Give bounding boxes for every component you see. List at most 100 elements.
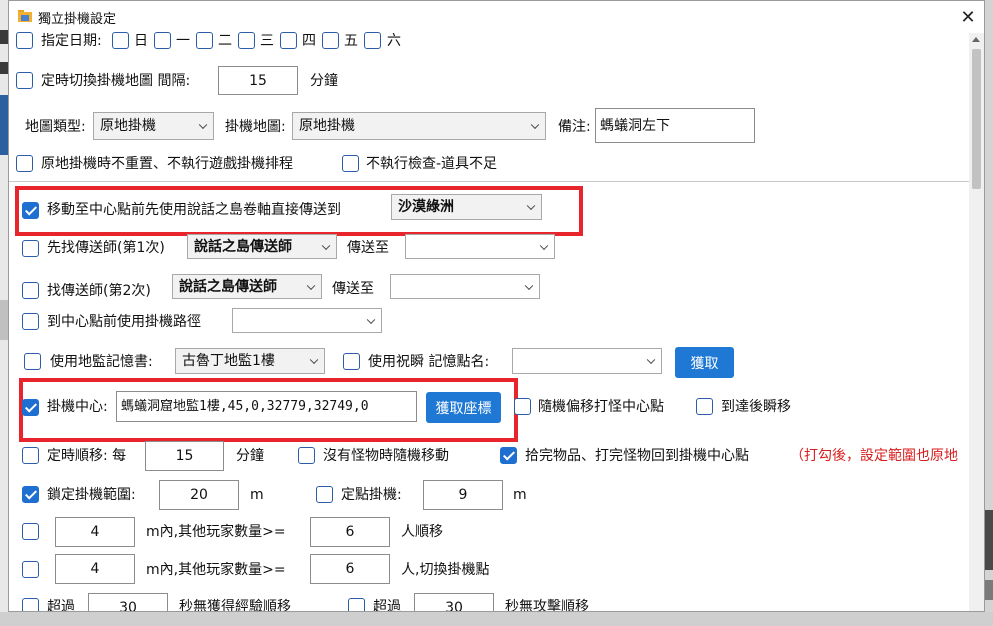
specify-date-label: 指定日期:	[41, 33, 102, 49]
find-teleporter-2-checkbox[interactable]	[22, 282, 39, 299]
move-center-label: 移動至中心點前先使用說話之島卷軸直接傳送到	[47, 202, 341, 218]
day-label-sat: 六	[387, 33, 401, 49]
teleporter-1-to-label: 傳送至	[347, 240, 389, 256]
switch-map-checkbox[interactable]	[16, 72, 33, 89]
teleporter-1-npc-value: 說話之島傳送師	[194, 238, 292, 255]
players-move-mid-label: m內,其他玩家數量>=	[146, 524, 286, 540]
memory-book-checkbox[interactable]	[24, 353, 41, 370]
players-switch-range-input[interactable]: 4	[55, 554, 135, 584]
day-checkbox-sun[interactable]	[112, 32, 129, 49]
exceed-exp-label: 超過	[47, 599, 75, 612]
hang-center-checkbox[interactable]	[22, 399, 39, 416]
find-teleporter-2-label: 找傳送師(第2次)	[47, 283, 151, 299]
no-monster-move-label: 沒有怪物時隨機移動	[323, 448, 449, 464]
exceed-attack-checkbox[interactable]	[348, 598, 365, 611]
day-checkbox-sat[interactable]	[364, 32, 381, 49]
timed-move-interval-input[interactable]: 15	[145, 441, 224, 471]
players-move-checkbox[interactable]	[22, 523, 39, 540]
teleporter-1-destination-dropdown[interactable]	[405, 234, 555, 259]
no-monster-move-checkbox[interactable]	[298, 447, 315, 464]
teleporter-2-npc-value: 說話之島傳送師	[179, 278, 277, 295]
teleporter-2-destination-dropdown[interactable]	[390, 274, 540, 299]
hang-center-coordinate-input[interactable]: 螞蟻洞窟地監1樓,45,0,32779,32749,0	[116, 391, 417, 422]
map-type-label: 地圖類型:	[25, 119, 86, 135]
teleporter-1-npc-dropdown[interactable]: 說話之島傳送師	[187, 234, 337, 259]
hang-center-label: 掛機中心:	[47, 399, 108, 415]
settings-panel: 指定日期: 日 一 二 三 四 五 六 定時切換掛機地圖 間隔: 15 分鐘 地…	[9, 1, 969, 612]
map-type-dropdown[interactable]: 原地掛機	[93, 112, 214, 140]
move-center-checkbox[interactable]	[22, 202, 39, 219]
day-checkbox-mon[interactable]	[154, 32, 171, 49]
return-center-checkbox[interactable]	[500, 447, 517, 464]
day-label-mon: 一	[176, 33, 190, 49]
map-type-value: 原地掛機	[100, 118, 156, 134]
timed-move-checkbox[interactable]	[22, 447, 39, 464]
center-path-dropdown[interactable]	[232, 308, 382, 333]
hang-map-dropdown[interactable]: 原地掛機	[292, 112, 546, 140]
exceed-exp-input[interactable]: 30	[88, 593, 168, 611]
fetch-button[interactable]: 獲取	[675, 347, 734, 378]
day-checkbox-tue[interactable]	[196, 32, 213, 49]
players-switch-suffix: 人,切換掛機點	[401, 562, 490, 578]
teleport-destination-value: 沙漠綠洲	[398, 199, 454, 215]
blessing-checkbox[interactable]	[343, 353, 360, 370]
day-checkbox-wed[interactable]	[238, 32, 255, 49]
chevron-down-icon	[366, 315, 376, 324]
switch-map-interval-input[interactable]: 15	[218, 66, 298, 95]
section-divider	[9, 181, 969, 182]
teleport-destination-dropdown[interactable]: 沙漠綠洲	[391, 194, 542, 220]
find-teleporter-1-checkbox[interactable]	[22, 240, 39, 257]
fetch-coordinate-button[interactable]: 獲取座標	[426, 392, 501, 423]
chevron-down-icon	[530, 120, 540, 130]
fixed-point-unit: m	[513, 487, 527, 503]
center-path-checkbox[interactable]	[22, 313, 39, 330]
players-switch-checkbox[interactable]	[22, 561, 39, 578]
scrollbar-thumb[interactable]	[972, 49, 981, 189]
lock-range-checkbox[interactable]	[22, 486, 39, 503]
fixed-point-input[interactable]: 9	[423, 480, 503, 510]
chevron-down-icon	[198, 120, 208, 130]
note-input[interactable]: 螞蟻洞左下	[595, 108, 755, 143]
timed-move-label: 定時順移: 每	[47, 448, 127, 464]
chevron-down-icon	[539, 241, 549, 250]
day-label-wed: 三	[260, 33, 274, 49]
fixed-point-checkbox[interactable]	[316, 486, 333, 503]
players-switch-count-input[interactable]: 6	[310, 554, 390, 584]
note-label: 備注:	[558, 119, 591, 135]
exceed-attack-suffix: 秒無攻擊順移	[505, 599, 589, 612]
memory-point-dropdown[interactable]	[512, 348, 662, 374]
no-check-label: 不執行檢查-道具不足	[366, 156, 498, 172]
find-teleporter-1-label: 先找傳送師(第1次)	[47, 240, 165, 256]
return-center-label: 拾完物品、打完怪物回到掛機中心點	[525, 448, 749, 464]
no-reset-checkbox[interactable]	[16, 155, 33, 172]
chevron-down-icon	[309, 355, 319, 365]
exceed-exp-suffix: 秒無獲得經驗順移	[179, 599, 291, 612]
lock-range-input[interactable]: 20	[159, 480, 239, 510]
memory-book-dropdown[interactable]: 古魯丁地監1樓	[175, 348, 325, 374]
teleporter-2-to-label: 傳送至	[332, 281, 374, 297]
players-move-suffix: 人順移	[401, 524, 443, 540]
chevron-down-icon	[306, 281, 316, 290]
vertical-scrollbar[interactable]	[969, 33, 984, 611]
day-label-sun: 日	[134, 33, 148, 49]
center-path-label: 到中心點前使用掛機路徑	[47, 314, 201, 330]
day-checkbox-thu[interactable]	[280, 32, 297, 49]
exceed-exp-checkbox[interactable]	[22, 598, 39, 611]
chevron-down-icon	[321, 241, 331, 250]
chevron-down-icon	[526, 201, 536, 211]
fixed-point-label: 定點掛機:	[341, 487, 402, 503]
timed-move-unit: 分鐘	[236, 448, 264, 464]
teleporter-2-npc-dropdown[interactable]: 說話之島傳送師	[172, 274, 322, 299]
random-offset-checkbox[interactable]	[514, 398, 531, 415]
random-offset-label: 隨機偏移打怪中心點	[538, 399, 664, 415]
players-move-count-input[interactable]: 6	[310, 517, 390, 547]
scroll-up-arrow-icon[interactable]	[972, 37, 980, 42]
no-check-checkbox[interactable]	[342, 155, 359, 172]
exceed-attack-input[interactable]: 30	[414, 593, 494, 611]
memory-book-label: 使用地監記憶書:	[50, 354, 153, 370]
players-move-range-input[interactable]: 4	[55, 517, 135, 547]
specify-date-checkbox[interactable]	[16, 32, 33, 49]
day-checkbox-fri[interactable]	[322, 32, 339, 49]
teleport-after-arrive-checkbox[interactable]	[696, 398, 713, 415]
lock-range-label: 鎖定掛機範圍:	[47, 487, 136, 503]
